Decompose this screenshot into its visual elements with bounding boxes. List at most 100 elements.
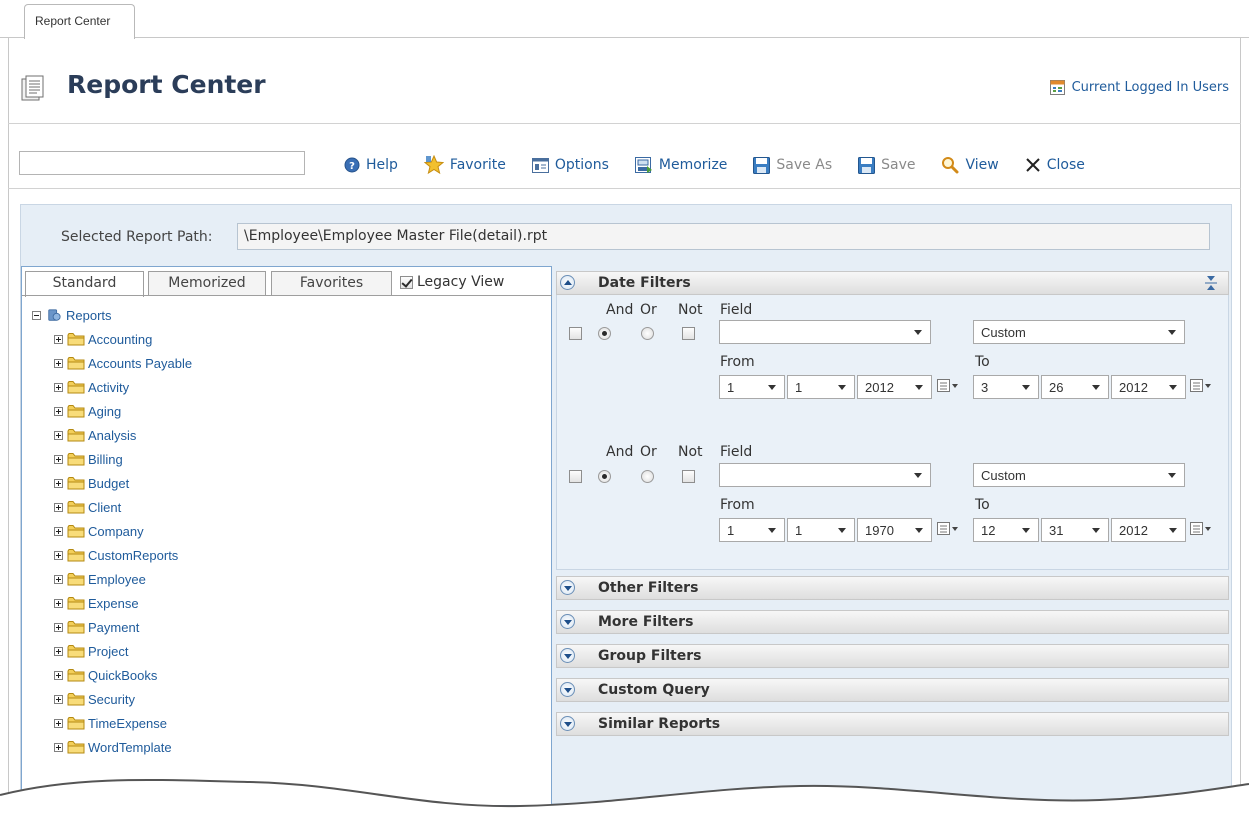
row1-not-checkbox[interactable] <box>682 327 695 340</box>
tree-folder-item[interactable]: Security <box>32 687 532 711</box>
expand-icon[interactable] <box>54 334 63 344</box>
row2-and-radio[interactable] <box>598 470 611 483</box>
expand-chevron-icon[interactable] <box>560 716 575 731</box>
expand-chevron-icon[interactable] <box>560 580 575 595</box>
expand-icon[interactable] <box>54 622 63 632</box>
expand-chevron-icon[interactable] <box>560 682 575 697</box>
current-logged-in-users-link[interactable]: Current Logged In Users <box>1049 80 1229 95</box>
tree-folder-item[interactable]: WordTemplate <box>32 735 532 759</box>
row1-to-year[interactable]: 2012 <box>1111 375 1186 399</box>
more-filters-header[interactable]: More Filters <box>556 610 1229 634</box>
row1-or-radio[interactable] <box>641 327 654 340</box>
row1-from-month[interactable]: 1 <box>719 375 785 399</box>
tree-folder-item[interactable]: Aging <box>32 399 532 423</box>
expand-icon[interactable] <box>54 454 63 464</box>
tree-folder-item[interactable]: Analysis <box>32 423 532 447</box>
expand-icon[interactable] <box>54 430 63 440</box>
tree-folder-item[interactable]: QuickBooks <box>32 663 532 687</box>
row1-from-year[interactable]: 2012 <box>857 375 932 399</box>
expand-icon[interactable] <box>54 694 63 704</box>
row2-or-radio[interactable] <box>641 470 654 483</box>
collapse-all-icon[interactable] <box>1204 275 1218 291</box>
expand-icon[interactable] <box>54 478 63 488</box>
row1-to-day[interactable]: 26 <box>1041 375 1109 399</box>
row2-enable-checkbox[interactable] <box>569 470 582 483</box>
tree-folder-item[interactable]: Accounting <box>32 327 532 351</box>
favorite-button[interactable]: Favorite <box>423 155 506 175</box>
tree-folder-item[interactable]: Accounts Payable <box>32 351 532 375</box>
expand-icon[interactable] <box>54 718 63 728</box>
row2-to-day[interactable]: 31 <box>1041 518 1109 542</box>
collapse-icon[interactable] <box>32 310 41 320</box>
row2-from-day[interactable]: 1 <box>787 518 855 542</box>
expand-icon[interactable] <box>54 742 63 752</box>
row2-field-select[interactable] <box>719 463 931 487</box>
tab-standard[interactable]: Standard <box>25 271 144 297</box>
memorize-icon <box>634 156 652 173</box>
tree-folder-label: Accounting <box>88 331 153 347</box>
legacy-view-checkbox[interactable] <box>400 275 413 289</box>
tree-folder-item[interactable]: Activity <box>32 375 532 399</box>
tree-folder-item[interactable]: Company <box>32 519 532 543</box>
expand-icon[interactable] <box>54 502 63 512</box>
options-button[interactable]: Options <box>531 157 609 173</box>
row2-from-month[interactable]: 1 <box>719 518 785 542</box>
tree-folder-item[interactable]: Employee <box>32 567 532 591</box>
calendar-icon[interactable] <box>1190 522 1212 536</box>
row2-range-select[interactable]: Custom <box>973 463 1185 487</box>
expand-chevron-icon[interactable] <box>560 648 575 663</box>
row2-not-checkbox[interactable] <box>682 470 695 483</box>
tree-folder-item[interactable]: Client <box>32 495 532 519</box>
row1-from-day[interactable]: 1 <box>787 375 855 399</box>
row1-field-select[interactable] <box>719 320 931 344</box>
calendar-icon[interactable] <box>937 379 959 393</box>
save-button[interactable]: Save <box>858 156 915 174</box>
memorize-button[interactable]: Memorize <box>634 156 727 174</box>
group-filters-header[interactable]: Group Filters <box>556 644 1229 668</box>
expand-icon[interactable] <box>54 550 63 560</box>
legacy-view-toggle[interactable]: Legacy View <box>400 274 504 290</box>
tree-folder-item[interactable]: Billing <box>32 447 532 471</box>
tab-report-center[interactable]: Report Center <box>24 4 135 39</box>
expand-icon[interactable] <box>54 382 63 392</box>
tree-folder-item[interactable]: TimeExpense <box>32 711 532 735</box>
tree-folder-item[interactable]: Payment <box>32 615 532 639</box>
close-button[interactable]: Close <box>1025 157 1085 173</box>
view-label: View <box>965 157 999 173</box>
tree-folder-item[interactable]: Expense <box>32 591 532 615</box>
help-button[interactable]: ? Help <box>344 157 398 173</box>
similar-reports-header[interactable]: Similar Reports <box>556 712 1229 736</box>
view-button[interactable]: View <box>941 156 999 174</box>
expand-icon[interactable] <box>54 646 63 656</box>
calendar-icon[interactable] <box>937 522 959 536</box>
tree-folder-item[interactable]: Project <box>32 639 532 663</box>
other-filters-header[interactable]: Other Filters <box>556 576 1229 600</box>
expand-chevron-icon[interactable] <box>560 614 575 629</box>
collapse-chevron-icon[interactable] <box>560 275 575 290</box>
expand-icon[interactable] <box>54 526 63 536</box>
row2-to-month[interactable]: 12 <box>973 518 1039 542</box>
expand-icon[interactable] <box>54 598 63 608</box>
frame-border-right <box>1240 38 1241 798</box>
save-as-button[interactable]: Save As <box>753 156 832 174</box>
expand-icon[interactable] <box>54 406 63 416</box>
expand-icon[interactable] <box>54 670 63 680</box>
tree-folder-item[interactable]: Budget <box>32 471 532 495</box>
row1-enable-checkbox[interactable] <box>569 327 582 340</box>
expand-icon[interactable] <box>54 574 63 584</box>
tree-folder-item[interactable]: CustomReports <box>32 543 532 567</box>
row2-to-year[interactable]: 2012 <box>1111 518 1186 542</box>
custom-query-header[interactable]: Custom Query <box>556 678 1229 702</box>
date-filters-header[interactable]: Date Filters <box>556 271 1229 295</box>
row1-range-select[interactable]: Custom <box>973 320 1185 344</box>
tab-memorized[interactable]: Memorized <box>148 271 266 295</box>
row1-to-month[interactable]: 3 <box>973 375 1039 399</box>
row1-and-radio[interactable] <box>598 327 611 340</box>
report-search-input[interactable] <box>19 151 305 175</box>
row2-from-year[interactable]: 1970 <box>857 518 932 542</box>
expand-icon[interactable] <box>54 358 63 368</box>
selected-report-path-field[interactable]: \Employee\Employee Master File(detail).r… <box>237 223 1210 250</box>
calendar-icon[interactable] <box>1190 379 1212 393</box>
tab-favorites[interactable]: Favorites <box>271 271 392 295</box>
tree-root-reports[interactable]: Reports <box>32 303 532 327</box>
